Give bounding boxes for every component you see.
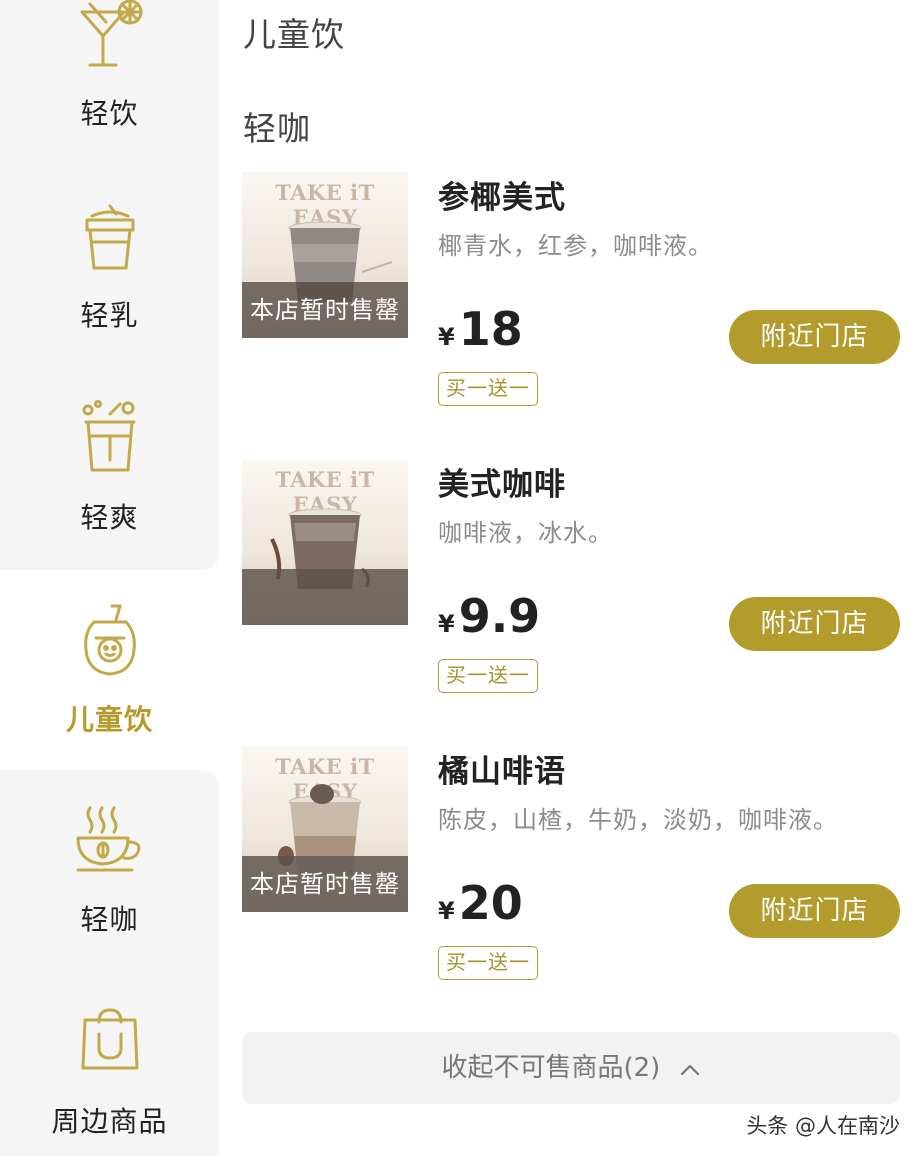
- product-card[interactable]: TAKE iT EASY 本店暂时售罄 参椰美式 椰青水，红参，咖啡液。 ¥18…: [219, 172, 922, 458]
- section-title-kids: 儿童饮: [243, 15, 345, 54]
- currency-symbol: ¥: [438, 323, 455, 351]
- sidebar-item-label: 轻饮: [80, 97, 139, 130]
- promo-badge: 买一送一: [438, 659, 538, 693]
- product-description: 咖啡液，冰水。: [438, 519, 613, 547]
- shopping-bag-icon: [81, 1008, 138, 1070]
- sidebar-item-light-coffee[interactable]: 轻咖: [0, 770, 219, 970]
- section-title-coffee: 轻咖: [243, 109, 311, 148]
- product-image[interactable]: TAKE iT EASY: [242, 459, 408, 625]
- currency-symbol: ¥: [438, 610, 455, 638]
- nearby-store-button[interactable]: 附近门店: [729, 884, 900, 938]
- product-price: ¥9.9: [438, 589, 540, 643]
- image-overlay: [242, 569, 408, 625]
- sidebar-item-light-drink[interactable]: 轻饮: [0, 0, 219, 170]
- cocktail-icon: [80, 0, 142, 67]
- product-card[interactable]: TAKE iT EASY 美式咖啡 咖啡液，冰水。 ¥9.9 买一送一 附近门店: [219, 459, 922, 745]
- promo-badge: 买一送一: [438, 372, 538, 406]
- sidebar-item-light-fresh[interactable]: 轻爽: [0, 370, 219, 570]
- sidebar-item-light-milk[interactable]: 轻乳: [0, 170, 219, 370]
- price-value: 18: [458, 302, 523, 356]
- product-card[interactable]: TAKE iT EASY 本店暂时售罄 橘山啡语 陈皮，山楂，牛奶，淡奶，咖啡液…: [219, 746, 922, 1032]
- milk-cup-icon: [85, 204, 134, 270]
- product-description: 椰青水，红参，咖啡液。: [438, 232, 713, 260]
- product-name: 橘山啡语: [438, 754, 566, 790]
- kids-drink-icon: [83, 604, 136, 676]
- price-value: 9.9: [458, 589, 541, 643]
- product-image[interactable]: TAKE iT EASY 本店暂时售罄: [242, 746, 408, 912]
- category-sidebar: 轻饮 轻乳 轻爽 儿童饮 轻咖 周边商品: [0, 0, 219, 1156]
- price-value: 20: [458, 876, 523, 930]
- chevron-up-icon: [680, 1064, 699, 1076]
- product-name: 美式咖啡: [438, 467, 566, 503]
- coffee-cup-icon: [76, 806, 140, 872]
- currency-symbol: ¥: [438, 897, 455, 925]
- product-image[interactable]: TAKE iT EASY 本店暂时售罄: [242, 172, 408, 338]
- fizzy-drink-icon: [82, 400, 135, 472]
- promo-badge: 买一送一: [438, 946, 538, 980]
- collapse-label: 收起不可售商品(2): [441, 1053, 661, 1083]
- sidebar-item-label: 儿童饮: [65, 703, 153, 736]
- product-name: 参椰美式: [438, 180, 566, 216]
- product-price: ¥20: [438, 876, 523, 930]
- product-price: ¥18: [438, 302, 523, 356]
- sidebar-item-label: 周边商品: [51, 1105, 168, 1138]
- watermark: 头条 @人在南沙: [746, 1114, 900, 1138]
- product-list-panel: 儿童饮 轻咖 TAKE iT EASY 本店暂时售罄 参椰美式 椰青水，红参，咖…: [219, 0, 922, 1156]
- sold-out-overlay: 本店暂时售罄: [242, 282, 408, 338]
- sidebar-item-kids-drink[interactable]: 儿童饮: [0, 570, 219, 770]
- sidebar-item-label: 轻爽: [80, 501, 139, 534]
- sidebar-item-merchandise[interactable]: 周边商品: [0, 970, 219, 1156]
- sold-out-overlay: 本店暂时售罄: [242, 856, 408, 912]
- sidebar-item-label: 轻咖: [80, 903, 139, 936]
- sidebar-item-label: 轻乳: [80, 299, 139, 332]
- collapse-unavailable-button[interactable]: 收起不可售商品(2): [242, 1032, 900, 1104]
- nearby-store-button[interactable]: 附近门店: [729, 310, 900, 364]
- nearby-store-button[interactable]: 附近门店: [729, 597, 900, 651]
- product-description: 陈皮，山楂，牛奶，淡奶，咖啡液。: [438, 806, 838, 834]
